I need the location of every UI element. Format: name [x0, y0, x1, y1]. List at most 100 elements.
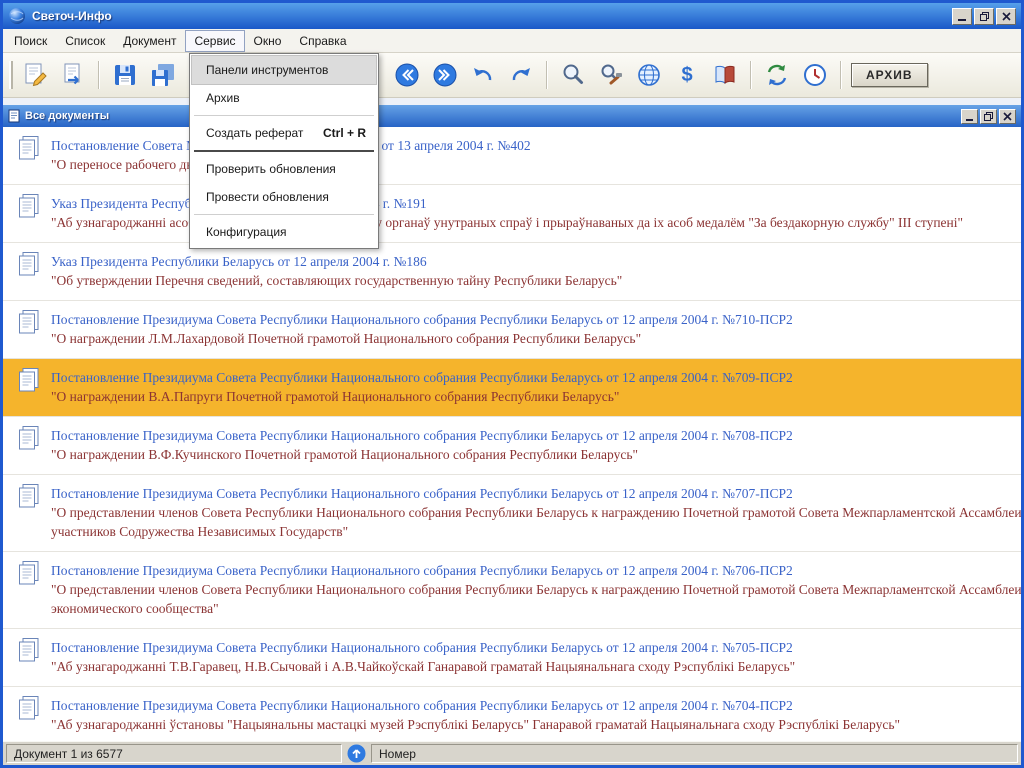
- menubar-item[interactable]: Справка: [290, 30, 355, 52]
- export-document-icon: [60, 62, 86, 88]
- document-icon: [17, 367, 41, 394]
- number-field[interactable]: Номер: [371, 744, 1018, 763]
- redo-button[interactable]: [505, 59, 537, 91]
- compose-button[interactable]: [19, 59, 51, 91]
- document-desc: "Аб узнагароджанні ўстановы "Нацыянальны…: [51, 715, 1021, 734]
- child-window-title: Все документы: [25, 110, 109, 122]
- menu-item-label: Панели инструментов: [206, 63, 328, 77]
- menu-item-label: Архив: [206, 91, 240, 105]
- menu-item-label: Конфигурация: [206, 225, 287, 239]
- document-row[interactable]: Постановление Совета Министров Республик…: [3, 127, 1021, 185]
- child-restore-button[interactable]: [980, 109, 997, 124]
- clock-icon: [802, 62, 828, 88]
- search-button[interactable]: [557, 59, 589, 91]
- menubar-item[interactable]: Сервис: [185, 30, 244, 52]
- save-all-button[interactable]: [147, 59, 179, 91]
- archive-button[interactable]: АРХИВ: [851, 63, 928, 87]
- workspace-background: [3, 98, 1021, 105]
- currency-button[interactable]: $: [671, 59, 703, 91]
- document-icon: [17, 560, 41, 587]
- back-button[interactable]: [391, 59, 423, 91]
- titlebar: Светоч-Инфо: [3, 3, 1021, 29]
- document-icon: [17, 695, 41, 722]
- forward-button[interactable]: [429, 59, 461, 91]
- document-row[interactable]: Указ Президента Республики Беларусь от 1…: [3, 185, 1021, 243]
- app-logo-icon: [8, 7, 26, 25]
- back-icon: [394, 62, 420, 88]
- close-button[interactable]: [996, 8, 1016, 25]
- document-icon: [17, 483, 41, 510]
- child-window-titlebar: Все документы: [3, 105, 1021, 127]
- dictionary-button[interactable]: [709, 59, 741, 91]
- globe-button[interactable]: [633, 59, 665, 91]
- menu-item[interactable]: Архив: [192, 84, 376, 112]
- undo-button[interactable]: [467, 59, 499, 91]
- go-button[interactable]: [347, 744, 366, 763]
- document-desc: "О награждении В.А.Папруги Почетной грам…: [51, 387, 1021, 406]
- minimize-button[interactable]: [952, 8, 972, 25]
- menubar-item[interactable]: Документ: [114, 30, 185, 52]
- document-icon: [17, 637, 41, 664]
- undo-icon: [470, 62, 496, 88]
- toolbar-grip[interactable]: [9, 61, 13, 89]
- toolbar-separator: [750, 61, 752, 89]
- document-title: Постановление Президиума Совета Республи…: [51, 484, 1021, 503]
- compose-icon: [22, 62, 48, 88]
- save-icon: [112, 62, 138, 88]
- restore-button[interactable]: [974, 8, 994, 25]
- document-desc: "О представлении членов Совета Республик…: [51, 503, 1021, 541]
- redo-icon: [508, 62, 534, 88]
- menu-item[interactable]: Панели инструментов: [192, 56, 376, 84]
- document-title: Постановление Президиума Совета Республи…: [51, 368, 1021, 387]
- document-row[interactable]: Постановление Президиума Совета Республи…: [3, 552, 1021, 629]
- close-icon: [1003, 112, 1012, 121]
- document-row[interactable]: Постановление Президиума Совета Республи…: [3, 359, 1021, 417]
- document-row[interactable]: Указ Президента Республики Беларусь от 1…: [3, 243, 1021, 301]
- search-tools-button[interactable]: [595, 59, 627, 91]
- save-all-icon: [150, 62, 176, 88]
- book-icon: [712, 62, 738, 88]
- search-icon: [560, 62, 586, 88]
- document-row[interactable]: Постановление Президиума Совета Республи…: [3, 475, 1021, 552]
- document-row[interactable]: Постановление Президиума Совета Республи…: [3, 301, 1021, 359]
- export-document-button[interactable]: [57, 59, 89, 91]
- menu-item[interactable]: Конфигурация: [192, 218, 376, 246]
- menubar-item-label: Поиск: [14, 34, 47, 48]
- toolbar-separator: [98, 61, 100, 89]
- menubar-item[interactable]: Поиск: [5, 30, 56, 52]
- menu-separator: [194, 214, 374, 215]
- service-menu: Панели инструментов Архив Создать рефера…: [189, 53, 379, 249]
- window-title: Светоч-Инфо: [32, 9, 112, 23]
- document-icon: [17, 309, 41, 336]
- restore-icon: [980, 12, 989, 21]
- update-button[interactable]: [761, 59, 793, 91]
- update-icon: [764, 62, 790, 88]
- document-counter: Документ 1 из 6577: [6, 744, 342, 763]
- toolbar-separator: [546, 61, 548, 89]
- document-desc: "Об утверждении Перечня сведений, состав…: [51, 271, 1021, 290]
- toolbar: $ АРХИВ: [3, 53, 1021, 98]
- document-title: Постановление Президиума Совета Республи…: [51, 310, 1021, 329]
- child-minimize-button[interactable]: [961, 109, 978, 124]
- menu-separator: [194, 115, 374, 116]
- history-button[interactable]: [799, 59, 831, 91]
- app-window: Светоч-Инфо Поиск Список Документ Сервис: [0, 0, 1024, 768]
- menubar: Поиск Список Документ Сервис Окно Справк…: [3, 29, 1021, 53]
- globe-icon: [636, 62, 662, 88]
- document-row[interactable]: Постановление Президиума Совета Республи…: [3, 417, 1021, 475]
- child-close-button[interactable]: [999, 109, 1016, 124]
- menu-item[interactable]: Создать реферат Ctrl + R: [192, 119, 376, 147]
- menubar-item-label: Окно: [254, 34, 282, 48]
- menubar-item[interactable]: Окно: [245, 30, 291, 52]
- menubar-item-label: Сервис: [194, 34, 235, 48]
- document-row[interactable]: Постановление Президиума Совета Республи…: [3, 687, 1021, 741]
- document-title: Постановление Президиума Совета Республи…: [51, 696, 1021, 715]
- close-icon: [1002, 12, 1011, 21]
- statusbar: Документ 1 из 6577 Номер: [3, 741, 1021, 765]
- menu-item[interactable]: Провести обновления: [192, 183, 376, 211]
- document-icon: [17, 135, 41, 162]
- save-button[interactable]: [109, 59, 141, 91]
- menu-item[interactable]: Проверить обновления: [192, 155, 376, 183]
- document-row[interactable]: Постановление Президиума Совета Республи…: [3, 629, 1021, 687]
- menubar-item[interactable]: Список: [56, 30, 114, 52]
